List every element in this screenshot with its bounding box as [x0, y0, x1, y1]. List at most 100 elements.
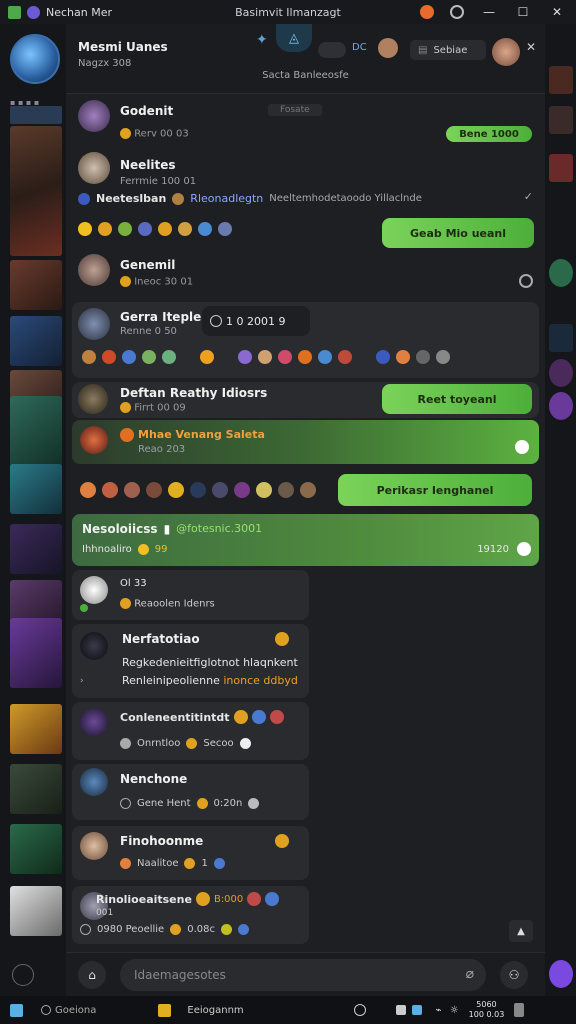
message-card[interactable]: Finohoonme Naalitoe 1: [72, 826, 309, 880]
start-icon[interactable]: [10, 1003, 23, 1017]
tray-icon-2[interactable]: [395, 1005, 406, 1015]
sender-name: Nenchone: [120, 772, 188, 786]
user-avatar-small[interactable]: [378, 38, 398, 58]
badge-icon: [275, 834, 289, 848]
explorer-icon[interactable]: [158, 1003, 172, 1017]
search-box[interactable]: ▤ Sebiae: [410, 40, 486, 60]
server-avatar[interactable]: [10, 34, 60, 84]
avatar: [80, 632, 108, 660]
thumb-warrior[interactable]: [10, 126, 62, 256]
toggle[interactable]: [318, 42, 346, 58]
message-card[interactable]: Ol 33 Reaoolen Idenrs: [72, 570, 309, 620]
reply-pill[interactable]: Bene 1000: [446, 126, 532, 142]
message-card[interactable]: Rinolioeaitsene B:000 001 0980 Peoellie …: [72, 886, 309, 944]
message-card-highlight[interactable]: Mhae Venang Saleta Reao 203: [72, 420, 539, 464]
message-card[interactable]: Nerfatotiao Regkedenieitfiglotnot hlaqnk…: [72, 624, 309, 698]
tray-icon-3[interactable]: [411, 1005, 422, 1015]
message-card-highlight[interactable]: Nesoloiicss ▮ @fotesnic.3001 Ihhnoaliro …: [72, 514, 539, 566]
scroll-down-button[interactable]: ▲: [509, 920, 533, 942]
thumb-hero-12[interactable]: [10, 886, 62, 936]
right-thumb-4[interactable]: [549, 259, 573, 287]
message-item[interactable]: Neelites Ferrmie 100 01 Neeteslban Rleon…: [72, 152, 539, 212]
right-thumb-7[interactable]: [549, 392, 573, 420]
profile-avatar[interactable]: [492, 38, 520, 66]
avatar: [78, 100, 110, 132]
message-input[interactable]: Idaemagesotes ⌀: [120, 959, 486, 991]
clip-icon[interactable]: ⌀: [466, 966, 474, 982]
settings-icon[interactable]: [450, 5, 464, 19]
input-placeholder: Idaemagesotes: [134, 968, 226, 982]
close-button[interactable]: ✕: [548, 5, 566, 19]
reply-icon: ›: [80, 676, 84, 686]
app-icon: [8, 5, 21, 19]
message-item[interactable]: Genemil Ineoc 30 01: [72, 254, 539, 298]
message-card[interactable]: Conleneentitintdt Onrntloo Secoo: [72, 702, 309, 760]
message-card[interactable]: Gerra Iteplem Renne 0 50 1 0 2001 9: [72, 302, 539, 378]
maximize-button[interactable]: ☐: [514, 5, 532, 19]
message-tag: Fosate: [268, 104, 322, 116]
emoji-list[interactable]: [80, 482, 316, 498]
thumb-hero-8[interactable]: [10, 618, 62, 688]
sender-name: Genemil: [120, 258, 176, 272]
thumb-hero-11[interactable]: [10, 824, 62, 874]
message-card[interactable]: Nenchone Gene Hent 0:20n: [72, 764, 309, 820]
nitro-icon[interactable]: [549, 960, 573, 988]
emoji-list[interactable]: [82, 350, 450, 364]
timer-pill: 1 0 2001 9: [202, 306, 310, 336]
channel-subtitle: Nagzx 308: [78, 58, 132, 69]
notification-icon[interactable]: [420, 5, 434, 19]
minimize-button[interactable]: —: [480, 5, 498, 19]
sender-row: Conleneentitintdt: [120, 710, 284, 724]
clock[interactable]: 5060 100 0.03: [469, 1000, 505, 1020]
voice-message-button[interactable]: ⚇: [500, 961, 528, 989]
sender-name: Nerfatotiao: [122, 632, 200, 646]
thumb-hero-1[interactable]: [10, 260, 62, 310]
avatar: [80, 832, 108, 860]
attach-button[interactable]: ⌂: [78, 961, 106, 989]
right-thumb-5[interactable]: [549, 324, 573, 352]
sidebar-tab[interactable]: [10, 106, 62, 124]
sender-row: Rinolioeaitsene B:000: [96, 892, 280, 906]
emoji-list[interactable]: [78, 222, 232, 236]
explore-icon[interactable]: [12, 964, 34, 986]
sparkle-icon: ✦: [256, 32, 268, 48]
notification-center[interactable]: [514, 1003, 525, 1017]
thumb-hero-2[interactable]: [10, 316, 62, 366]
app-name: Nechan Mer: [46, 5, 113, 19]
right-thumb-1[interactable]: [549, 66, 573, 94]
right-thumb-6[interactable]: [549, 359, 573, 387]
right-thumb-3[interactable]: [549, 154, 573, 182]
discord-icon: [27, 5, 40, 19]
taskbar-search[interactable]: Goeiona: [41, 1005, 96, 1016]
reply-pill[interactable]: Reet toyeanl: [382, 384, 532, 414]
right-thumb-2[interactable]: [549, 106, 573, 134]
thumb-hero-5[interactable]: [10, 464, 62, 514]
title-bar: Nechan Mer Basimvit Ilmanzagt — ☐ ✕: [0, 0, 576, 24]
channel-name: Mesmi Uanes: [78, 40, 168, 54]
online-dot: [80, 604, 88, 612]
message-line: 001: [96, 908, 114, 918]
search-label: Sebiae: [433, 44, 468, 56]
tray-icon-4[interactable]: ⌁: [436, 1005, 442, 1016]
status-icon: [519, 274, 533, 288]
avatar: [78, 308, 110, 340]
reply-pill[interactable]: Geab Mio ueanl: [382, 218, 534, 248]
thumb-hero-6[interactable]: [10, 524, 62, 574]
chat-header: Mesmi Uanes Nagzx 308 ✦ ◬ DC ▤ Sebiae ✕ …: [66, 24, 545, 94]
thumb-hero-9[interactable]: [10, 704, 62, 754]
message-meta: 0980 Peoellie 0.08c: [80, 924, 249, 935]
message-meta: Gene Hent 0:20n: [120, 798, 260, 809]
sender-name: Godenit: [120, 104, 174, 118]
message-item[interactable]: Godenit Fosate Rerv 00 03: [72, 98, 539, 150]
tray-icon-1[interactable]: [353, 1004, 366, 1016]
sender-name: Deftan Reathy Idiosrs: [120, 386, 268, 400]
status-icon: [515, 440, 529, 454]
tray-icon-5[interactable]: ☼: [450, 1005, 459, 1016]
thumb-hero-10[interactable]: [10, 764, 62, 814]
fire-icon: [120, 428, 134, 442]
voice-icon[interactable]: ◬: [276, 24, 312, 52]
reply-pill[interactable]: Perikasr Ienghanel: [338, 474, 532, 506]
taskbar-app[interactable]: Eeiogannm: [187, 1005, 243, 1016]
close-chat-icon[interactable]: ✕: [526, 40, 536, 54]
avatar: [80, 576, 108, 604]
